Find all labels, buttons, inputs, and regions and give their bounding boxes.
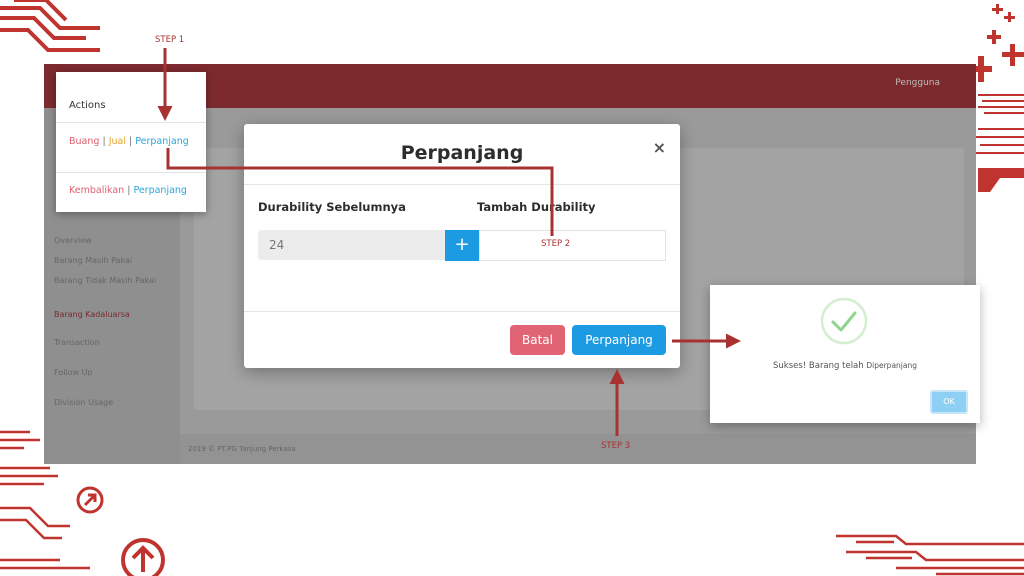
annotation-arrows xyxy=(157,48,741,436)
step-2-connector xyxy=(166,148,554,236)
